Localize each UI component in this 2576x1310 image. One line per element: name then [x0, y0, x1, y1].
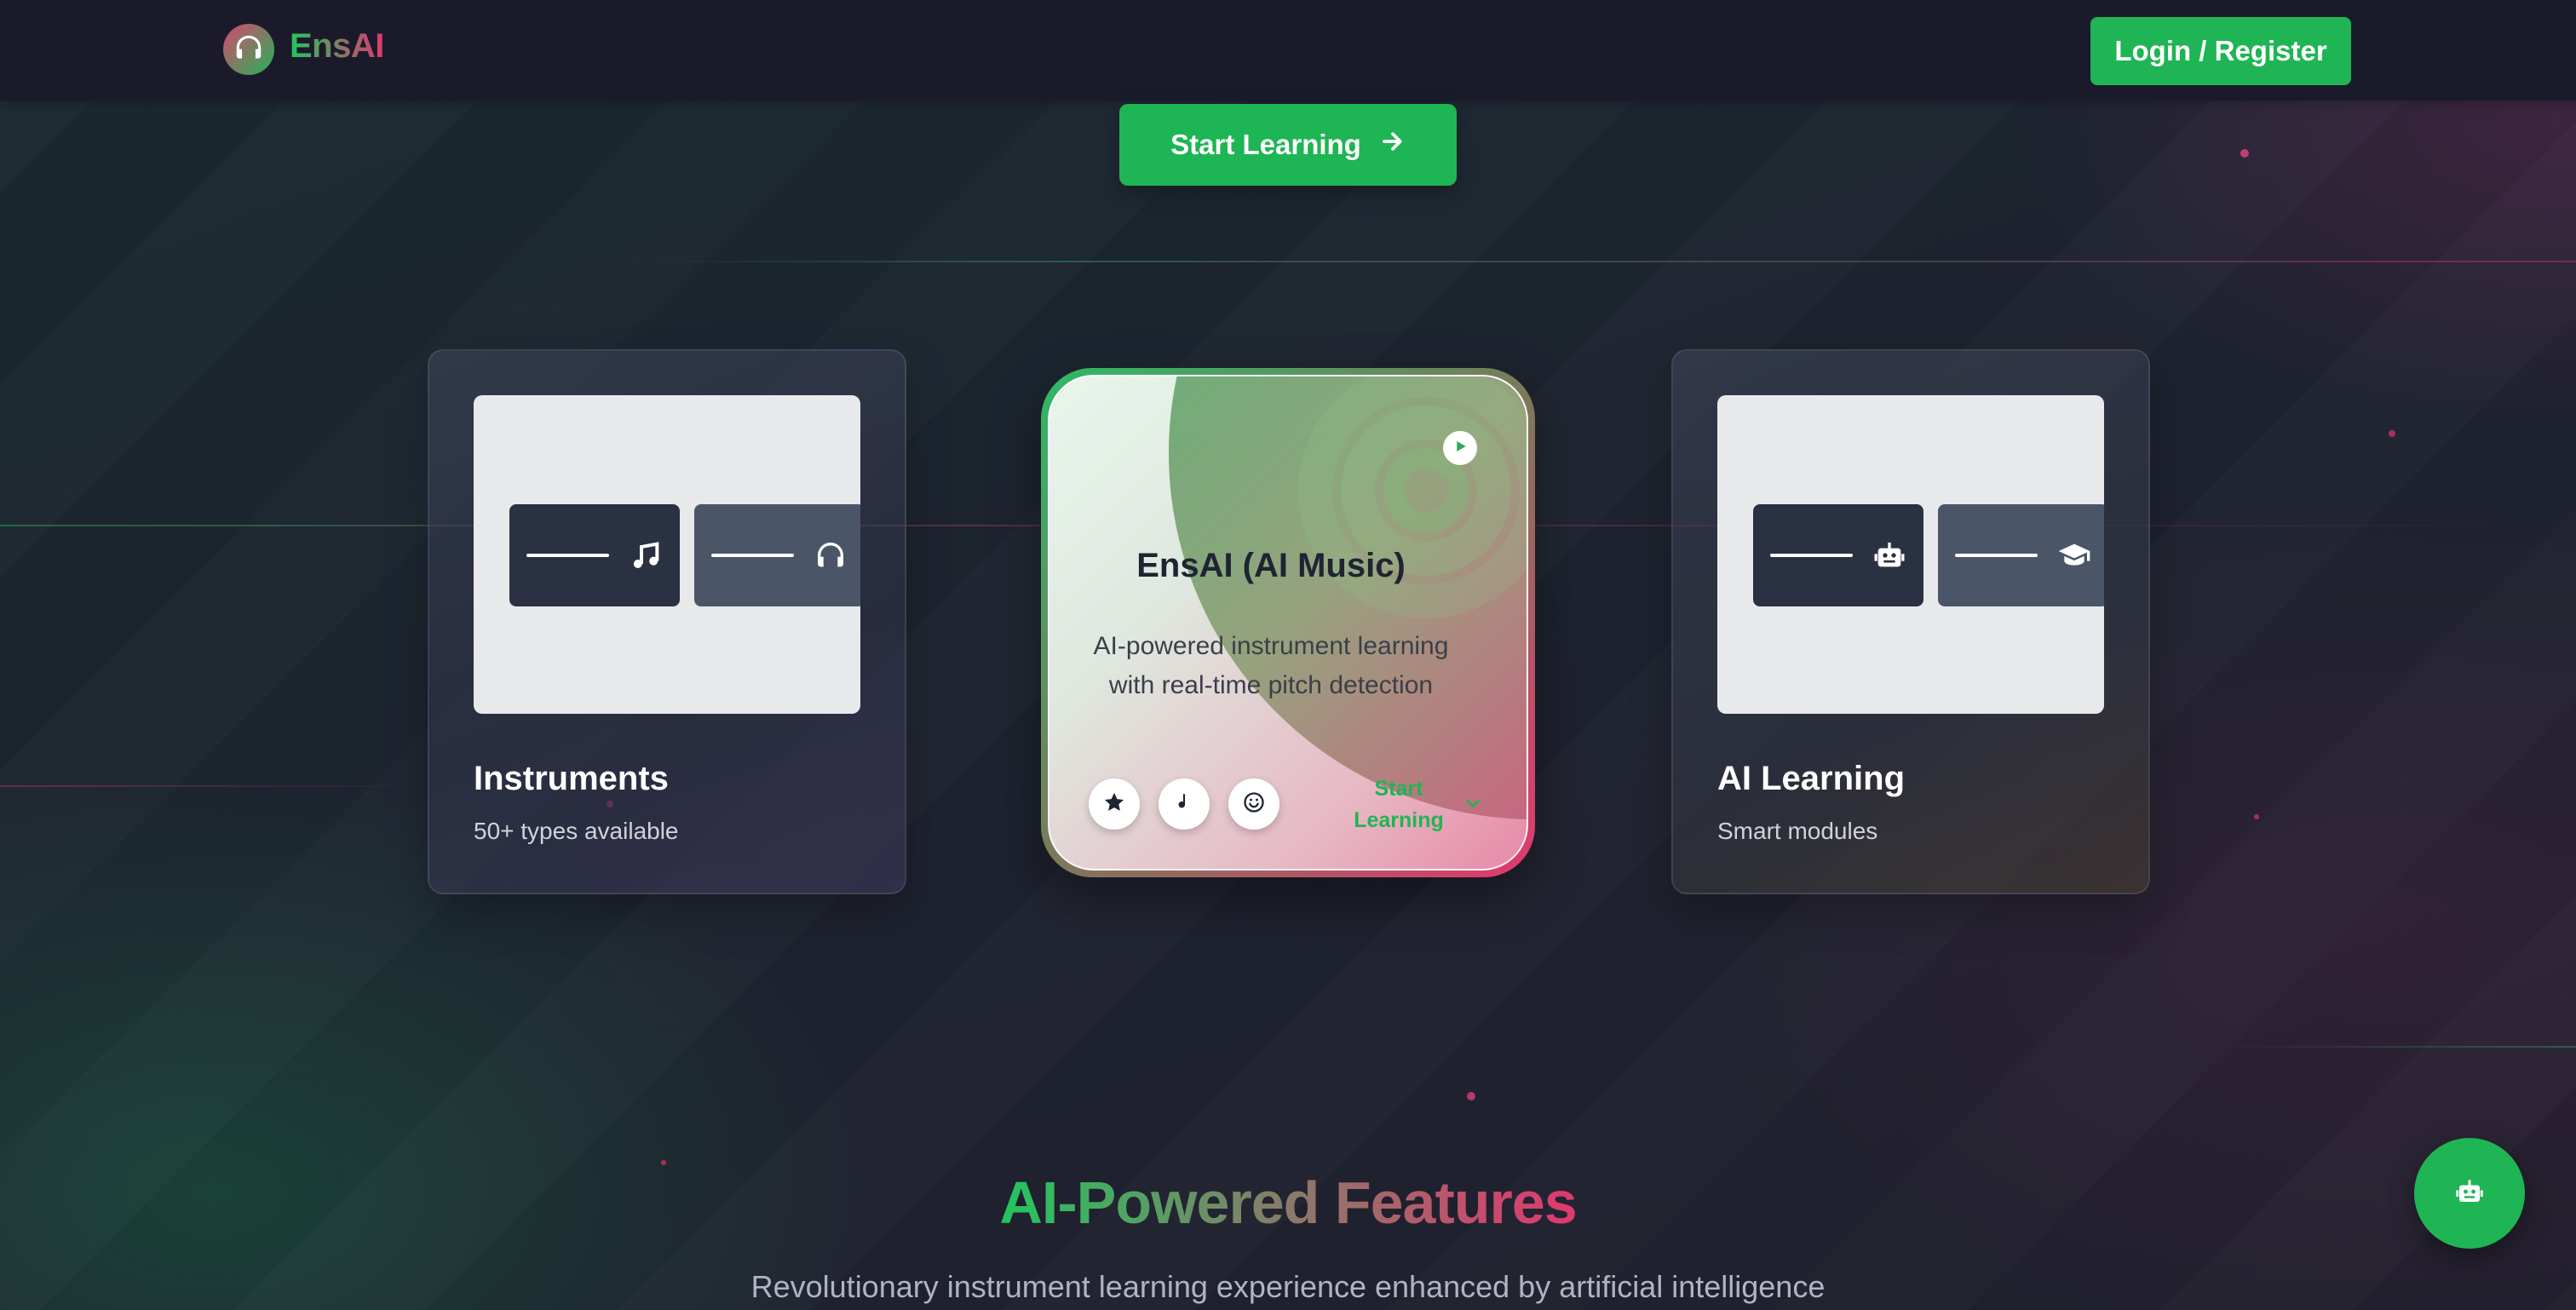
- card-subtitle: Smart modules: [1717, 818, 1878, 844]
- music-note-icon: [628, 537, 663, 573]
- emoji-icon: [1242, 790, 1266, 819]
- decor-line: [2215, 1046, 2576, 1048]
- start-learning-button[interactable]: Start Learning: [1119, 104, 1457, 186]
- star-icon: [1102, 790, 1126, 819]
- tile-bar: [1955, 554, 2038, 557]
- decor-dot: [2389, 430, 2395, 437]
- instruments-card[interactable]: Instruments 50+ types available: [428, 349, 906, 894]
- tile-bar: [1770, 554, 1854, 557]
- tile-bar: [526, 554, 610, 557]
- card-title: Instruments: [474, 760, 669, 797]
- brand-name[interactable]: EnsAI: [290, 27, 384, 66]
- featured-card-description: AI-powered instrument learning with real…: [1093, 632, 1449, 699]
- headphones-icon: [813, 537, 848, 573]
- music-note-icon: [1173, 791, 1195, 818]
- tile-bar: [711, 554, 795, 557]
- decor-dot: [661, 1160, 666, 1165]
- start-learning-label: Start Learning: [1170, 129, 1361, 160]
- card-title: AI Learning: [1717, 760, 1906, 797]
- instruments-preview: [474, 395, 860, 714]
- graduation-cap-icon: [2056, 537, 2091, 573]
- featured-card-body: EnsAI (AI Music) AI-powered instrument l…: [1048, 375, 1528, 870]
- decor-dot: [2240, 149, 2249, 158]
- robot-icon: [1872, 537, 1906, 573]
- favorite-button[interactable]: [1089, 779, 1140, 830]
- ai-learning-preview: [1717, 395, 2104, 714]
- ai-learning-card[interactable]: AI Learning Smart modules: [1671, 349, 2150, 894]
- preview-tile: [1938, 504, 2104, 606]
- chevron-down-icon[interactable]: [1462, 792, 1484, 814]
- play-button[interactable]: [1443, 431, 1477, 465]
- featured-card-title: EnsAI (AI Music): [1136, 547, 1406, 584]
- emoji-button[interactable]: [1228, 779, 1279, 830]
- preview-tile: [694, 504, 860, 606]
- robot-icon: [2454, 1176, 2485, 1211]
- featured-start-learning-link[interactable]: Start Learning: [1348, 773, 1450, 836]
- music-button[interactable]: [1159, 779, 1210, 830]
- preview-tile: [1753, 504, 1923, 606]
- ai-assistant-button[interactable]: [2414, 1138, 2525, 1249]
- decor-dot: [2254, 814, 2259, 819]
- arrow-right-icon: [1380, 129, 1406, 161]
- logo-mark[interactable]: [223, 24, 274, 75]
- decor-dot: [1467, 1092, 1475, 1100]
- play-icon: [1452, 439, 1468, 458]
- login-register-button[interactable]: Login / Register: [2090, 17, 2351, 85]
- preview-tile: [509, 504, 680, 606]
- features-subtitle: Revolutionary instrument learning experi…: [750, 1269, 1826, 1304]
- decor-line: [0, 785, 443, 787]
- features-title: AI-Powered Features: [0, 1169, 2576, 1237]
- navbar: EnsAI Login / Register: [0, 0, 2576, 101]
- features-title-text: AI-Powered Features: [999, 1169, 1577, 1236]
- decor-line: [647, 261, 2576, 262]
- featured-card[interactable]: EnsAI (AI Music) AI-powered instrument l…: [1041, 368, 1535, 877]
- headphones-icon: [233, 32, 265, 68]
- card-subtitle: 50+ types available: [474, 818, 679, 844]
